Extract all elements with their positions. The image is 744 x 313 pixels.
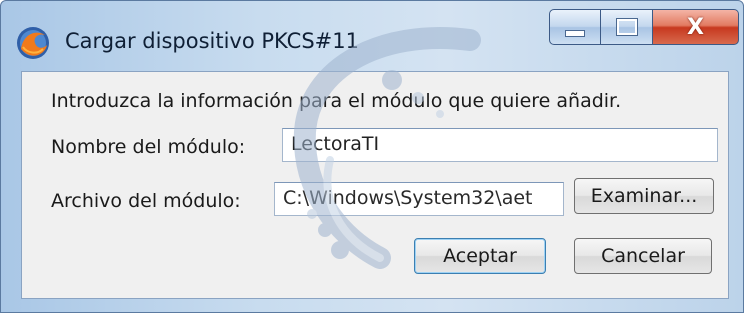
cancel-button[interactable]: Cancelar [574, 238, 712, 274]
accept-button[interactable]: Aceptar [414, 238, 546, 274]
browse-button[interactable]: Examinar... [574, 178, 714, 214]
close-button[interactable]: X [653, 9, 739, 45]
maximize-icon [616, 19, 637, 35]
dialog-body: Introduzca la información para el módulo… [21, 71, 729, 299]
instruction-text: Introduzca la información para el módulo… [51, 90, 622, 112]
title-bar[interactable]: Cargar dispositivo PKCS#11 X [1, 1, 743, 71]
caption-buttons: X [549, 9, 739, 47]
module-name-label: Nombre del módulo: [51, 136, 246, 158]
module-file-input[interactable]: C:\Windows\System32\aet [274, 182, 564, 216]
minimize-button[interactable] [549, 9, 601, 45]
window-title: Cargar dispositivo PKCS#11 [65, 29, 359, 53]
close-icon: X [687, 14, 704, 40]
firefox-icon [13, 23, 53, 63]
module-name-input[interactable]: LectoraTI [282, 128, 718, 162]
maximize-button[interactable] [601, 9, 653, 45]
dialog-window: Cargar dispositivo PKCS#11 X Introduzca … [0, 0, 744, 313]
minimize-icon [565, 29, 585, 37]
module-file-label: Archivo del módulo: [51, 190, 241, 212]
